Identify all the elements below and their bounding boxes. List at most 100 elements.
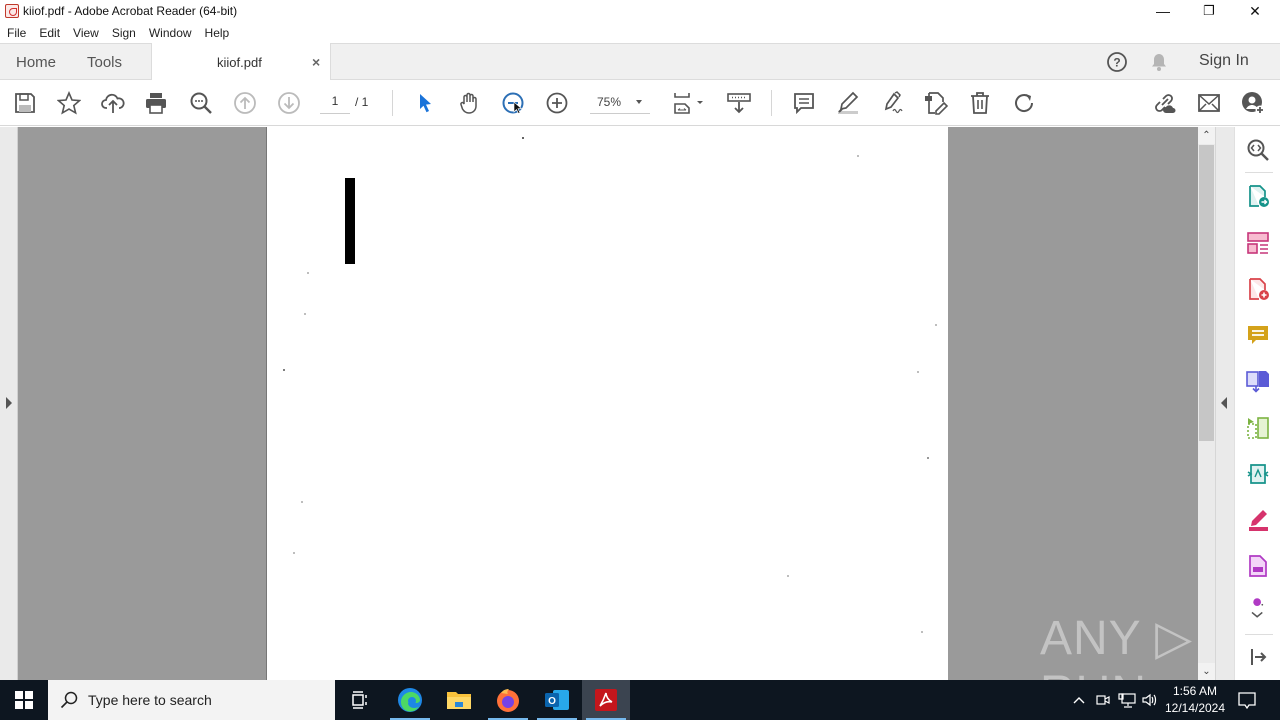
volume-icon[interactable] (1141, 691, 1159, 709)
taskbar-file-explorer[interactable] (435, 680, 483, 720)
rail-divider (1245, 172, 1273, 173)
menu-file[interactable]: File (0, 26, 32, 40)
add-user-icon[interactable] (1241, 91, 1265, 115)
previous-page-icon[interactable] (233, 91, 257, 115)
firefox-icon (497, 689, 519, 712)
menu-help[interactable]: Help (198, 26, 236, 40)
tab-home[interactable]: Home (16, 44, 56, 80)
svg-text:O: O (548, 696, 556, 707)
rotate-icon[interactable] (1012, 91, 1036, 115)
menu-bar: File Edit View Sign Window Help (0, 22, 1280, 43)
taskbar-edge[interactable] (386, 680, 434, 720)
document-workspace: ⌃ ⌄ (0, 127, 1234, 680)
task-view-icon (352, 691, 367, 709)
collapse-right-pane-icon[interactable] (1221, 397, 1227, 409)
combine-files-icon[interactable] (1246, 369, 1270, 393)
rail-divider (1245, 634, 1273, 635)
compress-pdf-icon[interactable] (1246, 416, 1270, 440)
zoom-level-value: 75% (597, 95, 622, 109)
page-content-black-bar (345, 178, 355, 264)
scrollbar-thumb[interactable] (1199, 145, 1214, 441)
sign-pen-icon[interactable] (880, 91, 904, 115)
hand-tool-icon[interactable] (457, 91, 481, 115)
left-panel-collapsed[interactable] (0, 127, 18, 680)
title-bar: kiiof.pdf - Adobe Acrobat Reader (64-bit… (0, 0, 1280, 22)
help-icon[interactable]: ? (1106, 51, 1128, 73)
close-window-button[interactable]: ✕ (1232, 0, 1278, 22)
more-tools-icon[interactable] (1246, 597, 1270, 625)
chevron-down-icon (636, 100, 642, 104)
save-icon[interactable] (13, 91, 37, 115)
comment-icon[interactable] (792, 91, 816, 115)
clock-time: 1:56 AM (1172, 684, 1218, 698)
vertical-scrollbar[interactable]: ⌃ ⌄ (1198, 127, 1215, 680)
windows-logo-icon (15, 691, 33, 709)
menu-edit[interactable]: Edit (32, 26, 66, 40)
right-pane-toggle[interactable] (1215, 127, 1234, 680)
create-pdf-icon[interactable] (1246, 277, 1270, 301)
expand-left-panel-icon[interactable] (6, 397, 12, 409)
protect-pdf-icon[interactable] (1246, 554, 1270, 578)
upload-cloud-icon[interactable] (101, 91, 125, 115)
task-view-button[interactable] (336, 680, 384, 720)
svg-text:?: ? (1113, 56, 1120, 70)
menu-view[interactable]: View (66, 26, 105, 40)
restore-button[interactable]: ❐ (1186, 0, 1232, 22)
search-placeholder: Type here to search (88, 692, 212, 708)
taskbar-acrobat[interactable] (582, 680, 630, 720)
page-number-input[interactable]: 1 (320, 94, 350, 114)
windows-taskbar: Type here to search O 1:56 AM 12/14/2024 (0, 680, 1280, 720)
page-fit-icon[interactable] (672, 91, 706, 115)
window-title: kiiof.pdf - Adobe Acrobat Reader (64-bit… (23, 4, 238, 18)
minimize-button[interactable]: — (1140, 0, 1186, 22)
find-text-icon[interactable] (189, 91, 213, 115)
taskbar-clock[interactable]: 1:56 AM 12/14/2024 (1160, 683, 1230, 717)
close-tab-icon[interactable]: × (312, 54, 320, 70)
toolbar-divider (771, 90, 772, 116)
document-tab-label: kiiof.pdf (217, 54, 262, 70)
scroll-mode-icon[interactable] (727, 91, 751, 115)
start-button[interactable] (0, 680, 48, 720)
taskbar-firefox[interactable] (484, 680, 532, 720)
zoom-out-icon[interactable] (501, 91, 525, 115)
share-link-icon[interactable] (1152, 91, 1176, 115)
print-icon[interactable] (144, 91, 168, 115)
export-pdf-icon[interactable] (1246, 184, 1270, 208)
select-tool-icon[interactable] (413, 91, 437, 115)
pdf-page[interactable] (266, 127, 948, 680)
enhance-search-icon[interactable] (1246, 138, 1270, 162)
tab-document[interactable]: kiiof.pdf × (151, 43, 331, 81)
sign-in-button[interactable]: Sign In (1199, 52, 1249, 70)
email-icon[interactable] (1197, 91, 1221, 115)
fill-sign-icon[interactable] (1246, 508, 1270, 532)
zoom-in-icon[interactable] (545, 91, 569, 115)
bookmark-star-icon[interactable] (57, 91, 81, 115)
delete-trash-icon[interactable] (968, 91, 992, 115)
tab-bar: Home Tools kiiof.pdf × ? Sign In (0, 43, 1280, 81)
action-center-icon[interactable] (1237, 690, 1257, 710)
highlight-icon[interactable] (836, 91, 860, 115)
edit-pdf-tool-icon[interactable] (1246, 462, 1270, 486)
edge-icon (398, 688, 422, 712)
scroll-up-icon[interactable]: ⌃ (1198, 127, 1215, 144)
taskbar-search-input[interactable]: Type here to search (48, 680, 335, 720)
webcam-tray-icon[interactable] (1095, 691, 1111, 709)
toolbar: 1 / 1 75% (0, 80, 1280, 126)
tab-tools[interactable]: Tools (87, 44, 122, 80)
comment-tool-icon[interactable] (1246, 323, 1270, 347)
show-hidden-icons-chevron-icon[interactable] (1071, 692, 1087, 708)
network-icon[interactable] (1118, 691, 1136, 709)
menu-sign[interactable]: Sign (105, 26, 142, 40)
tools-rail (1234, 127, 1280, 680)
taskbar-outlook[interactable]: O (533, 680, 581, 720)
collapse-rail-icon[interactable] (1246, 645, 1270, 669)
zoom-level-dropdown[interactable]: 75% (590, 94, 650, 114)
edit-pdf-icon[interactable] (924, 91, 948, 115)
next-page-icon[interactable] (277, 91, 301, 115)
acrobat-app-icon (5, 4, 19, 18)
clock-date: 12/14/2024 (1164, 701, 1226, 715)
search-icon (60, 691, 78, 709)
notification-bell-icon[interactable] (1149, 52, 1169, 72)
organize-pages-icon[interactable] (1246, 231, 1270, 255)
menu-window[interactable]: Window (142, 26, 198, 40)
